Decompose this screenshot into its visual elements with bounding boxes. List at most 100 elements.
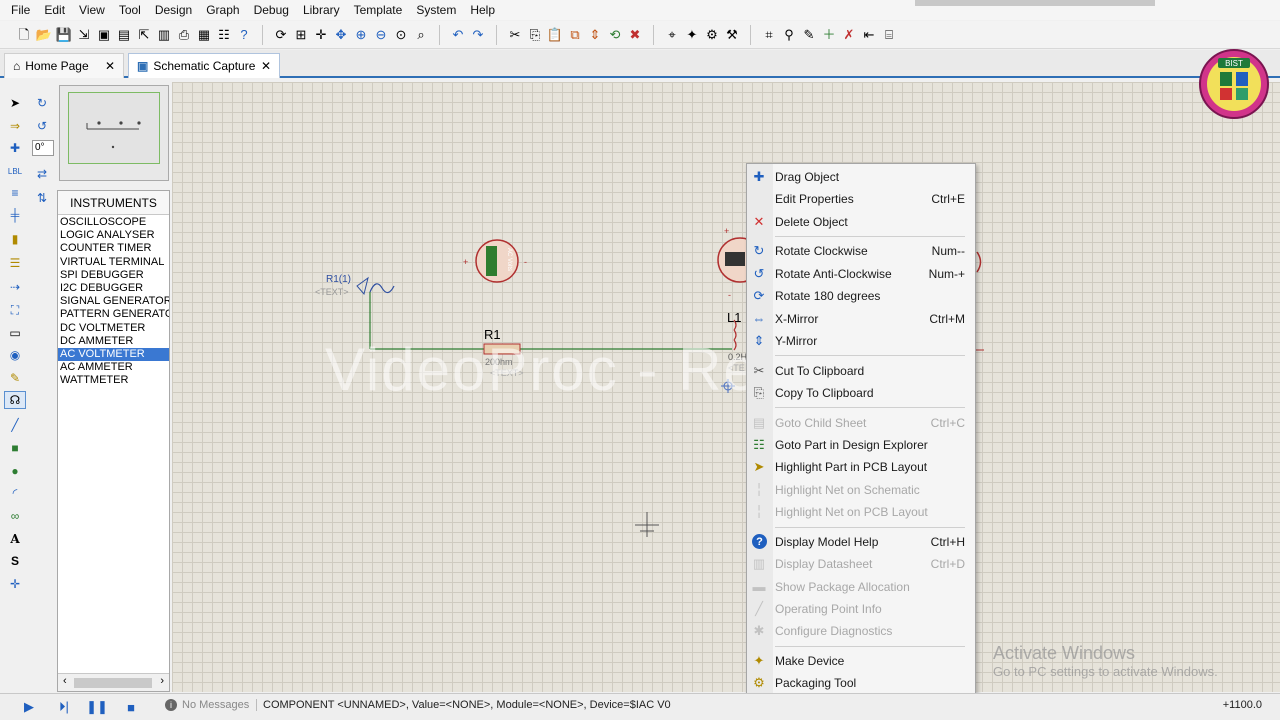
context-menu-item-packaging-tool[interactable]: ⚙ Packaging Tool <box>747 672 975 694</box>
context-menu-item-make-device[interactable]: ✦ Make Device <box>747 650 975 672</box>
menu-tool[interactable]: Tool <box>112 0 148 20</box>
zoom-out-icon[interactable]: ⊖ <box>372 26 390 44</box>
import-icon[interactable]: ⇲ <box>75 26 93 44</box>
context-menu-item-delete-object[interactable]: ✕ Delete Object <box>747 211 975 233</box>
close-icon[interactable]: ✕ <box>261 59 271 73</box>
open-icon[interactable]: 📂 <box>35 26 53 44</box>
selection-mode-icon[interactable]: ➤ <box>4 94 26 112</box>
instrument-item[interactable]: AC AMMETER <box>58 361 169 374</box>
context-menu-item-copy-to-clipboard[interactable]: ⎘ Copy To Clipboard <box>747 382 975 404</box>
scrollbar-thumb[interactable] <box>74 678 152 688</box>
menu-graph[interactable]: Graph <box>199 0 246 20</box>
step-icon[interactable]: ⏵| <box>55 698 73 716</box>
scroll-left-icon[interactable]: ‹ <box>63 675 67 687</box>
instrument-item[interactable]: LOGIC ANALYSER <box>58 229 169 242</box>
tab-home-page[interactable]: ⌂ Home Page ✕ <box>4 53 124 78</box>
cut-icon[interactable]: ✂ <box>506 26 524 44</box>
ac-source-symbol[interactable] <box>356 276 395 296</box>
instrument-item[interactable]: PATTERN GENERATOR <box>58 308 169 321</box>
menu-debug[interactable]: Debug <box>247 0 296 20</box>
device-pin-icon[interactable]: ⇢ <box>4 278 26 296</box>
stop-icon[interactable]: ■ <box>122 698 140 716</box>
save-icon[interactable]: 💾 <box>55 26 73 44</box>
menu-file[interactable]: File <box>4 0 37 20</box>
circle-icon[interactable]: ● <box>4 462 26 480</box>
property-assign-icon[interactable]: ✎ <box>800 26 818 44</box>
instrument-item[interactable]: SPI DEBUGGER <box>58 269 169 282</box>
menu-template[interactable]: Template <box>347 0 410 20</box>
instrument-item[interactable]: OSCILLOSCOPE <box>58 216 169 229</box>
scroll-right-icon[interactable]: › <box>160 675 164 687</box>
origin-icon[interactable]: ✛ <box>312 26 330 44</box>
tape-recorder-icon[interactable]: ▭ <box>4 324 26 342</box>
netlist-icon[interactable]: ⌸ <box>880 26 898 44</box>
y-mirror-icon[interactable]: ⇅ <box>31 189 53 207</box>
context-menu-item-edit-properties[interactable]: Edit Properties Ctrl+E <box>747 188 975 210</box>
rotate-ccw-icon[interactable]: ↺ <box>31 117 53 135</box>
path-icon[interactable]: ∞ <box>4 507 26 525</box>
pan-icon[interactable]: ✥ <box>332 26 350 44</box>
generator-icon[interactable]: ◉ <box>4 346 26 364</box>
menu-system[interactable]: System <box>409 0 463 20</box>
new-icon[interactable]: 🗋 <box>15 26 33 44</box>
print-icon[interactable]: ⎙ <box>175 26 193 44</box>
menu-library[interactable]: Library <box>296 0 347 20</box>
export-icon[interactable]: ⇱ <box>135 26 153 44</box>
zoom-in-icon[interactable]: ⊕ <box>352 26 370 44</box>
context-menu-item-y-mirror[interactable]: ⇕ Y-Mirror <box>747 330 975 352</box>
menu-design[interactable]: Design <box>148 0 199 20</box>
bus-icon[interactable]: ╪ <box>4 206 26 224</box>
bom-icon[interactable]: ▥ <box>155 26 173 44</box>
text-icon[interactable]: A <box>4 530 26 548</box>
arc-icon[interactable]: ◜ <box>4 484 26 502</box>
context-menu-item-rotate-clockwise[interactable]: ↻ Rotate Clockwise Num-- <box>747 240 975 262</box>
redo-icon[interactable]: ↷ <box>469 26 487 44</box>
instrument-item[interactable]: COUNTER TIMER <box>58 242 169 255</box>
package-icon[interactable]: ⚙ <box>703 26 721 44</box>
grid-icon[interactable]: ⊞ <box>292 26 310 44</box>
rotation-angle-input[interactable]: 0° <box>32 140 54 156</box>
wire-autorouter-icon[interactable]: ⌗ <box>760 26 778 44</box>
refresh-icon[interactable]: ⟳ <box>272 26 290 44</box>
subcircuit-icon[interactable]: ▮ <box>4 230 26 248</box>
graph-mode-icon[interactable]: ⛶ <box>4 301 26 319</box>
zoom-all-icon[interactable]: ⊙ <box>392 26 410 44</box>
block-move-icon[interactable]: ⇕ <box>586 26 604 44</box>
exit-sheet-icon[interactable]: ⇤ <box>860 26 878 44</box>
instrument-item[interactable]: I2C DEBUGGER <box>58 282 169 295</box>
context-menu-item-x-mirror[interactable]: ⇔ X-Mirror Ctrl+M <box>747 308 975 330</box>
new-sheet-icon[interactable]: ＋ <box>820 26 838 44</box>
context-menu-item-rotate-anti-clockwise[interactable]: ↺ Rotate Anti-Clockwise Num-+ <box>747 263 975 285</box>
paste-icon[interactable]: 📋 <box>546 26 564 44</box>
play-icon[interactable]: ▶ <box>20 698 38 716</box>
context-menu-item-rotate-180-degrees[interactable]: ⟳ Rotate 180 degrees <box>747 285 975 307</box>
instrument-item[interactable]: VIRTUAL TERMINAL <box>58 256 169 269</box>
line-icon[interactable]: ╱ <box>4 416 26 434</box>
copy-icon[interactable]: ⎘ <box>526 26 544 44</box>
instrument-item[interactable]: DC VOLTMETER <box>58 322 169 335</box>
delete-sheet-icon[interactable]: ✗ <box>840 26 858 44</box>
instrument-item[interactable]: WATTMETER <box>58 374 169 387</box>
pick-icon[interactable]: ⌖ <box>663 26 681 44</box>
block-delete-icon[interactable]: ✖ <box>626 26 644 44</box>
horizontal-scrollbar[interactable]: ‹ › <box>58 673 169 691</box>
voltage-probe-icon[interactable]: ✎ <box>4 369 26 387</box>
help-icon[interactable]: ? <box>235 26 253 44</box>
ares-icon[interactable]: ▤ <box>115 26 133 44</box>
rotate-cw-icon[interactable]: ↻ <box>31 94 53 112</box>
undo-icon[interactable]: ↶ <box>449 26 467 44</box>
overview-window[interactable] <box>59 85 169 181</box>
context-menu-item-goto-part-in-design-explorer[interactable]: ☷ Goto Part in Design Explorer <box>747 434 975 456</box>
component-mode-icon[interactable]: ⇒ <box>4 117 26 135</box>
symbol-icon[interactable]: S <box>4 552 26 570</box>
pause-icon[interactable]: ❚❚ <box>86 698 108 716</box>
x-mirror-icon[interactable]: ⇄ <box>31 165 53 183</box>
script-icon[interactable]: ▦ <box>195 26 213 44</box>
wire-label-icon[interactable]: LBL <box>4 162 26 180</box>
tab-schematic-capture[interactable]: ▣ Schematic Capture ✕ <box>128 53 280 78</box>
instrument-item[interactable]: AC VOLTMETER <box>58 348 169 362</box>
context-menu-item-display-model-help[interactable]: ? Display Model Help Ctrl+H <box>747 531 975 553</box>
junction-dot-icon[interactable]: ✚ <box>4 139 26 157</box>
marker-icon[interactable]: ✛ <box>4 575 26 593</box>
decompose-icon[interactable]: ⚒ <box>723 26 741 44</box>
